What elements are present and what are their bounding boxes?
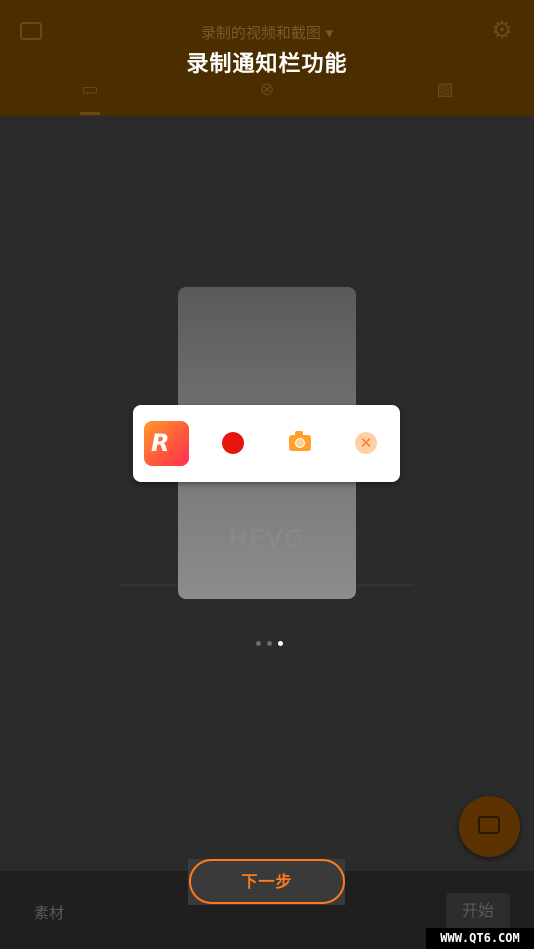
next-step-button[interactable]: 下一步 — [189, 859, 345, 904]
page-dot — [267, 641, 272, 646]
tab-images[interactable]: ▨ — [433, 80, 457, 100]
notification-panel: R ✕ — [133, 405, 400, 482]
close-glyph: ✕ — [359, 434, 373, 452]
start-button[interactable]: 开始 — [446, 893, 510, 929]
chevron-down-icon: ▾ — [325, 24, 334, 42]
floating-window-icon — [478, 816, 500, 834]
app-title[interactable]: 录制的视频和截图 ▾ — [0, 22, 534, 43]
tab-videos[interactable]: ▭ — [78, 80, 102, 100]
gif-tab-icon: ⊗ — [259, 79, 275, 100]
image-tab-icon: ▨ — [436, 79, 454, 100]
tab-gifs[interactable]: ⊗ — [255, 80, 279, 100]
close-icon[interactable]: ✕ — [355, 432, 377, 454]
material-label[interactable]: 素材 — [34, 902, 64, 923]
floating-action-button[interactable] — [459, 796, 520, 857]
logo-glyph: R — [151, 429, 170, 457]
preview-text: HEVG — [228, 525, 306, 553]
overlay-title: 录制通知栏功能 — [186, 52, 348, 77]
watermark: WWW.QT6.COM — [426, 928, 534, 949]
screenshot-camera-icon[interactable] — [289, 431, 311, 451]
video-tab-icon: ▭ — [81, 79, 99, 100]
app-title-text: 录制的视频和截图 — [200, 24, 321, 42]
record-icon[interactable] — [222, 432, 244, 454]
tab-underline — [80, 112, 100, 115]
page-dot-active — [278, 641, 283, 646]
gear-icon[interactable]: ⚙ — [490, 18, 514, 42]
page-dot — [256, 641, 261, 646]
app-logo-icon: R — [144, 421, 189, 466]
